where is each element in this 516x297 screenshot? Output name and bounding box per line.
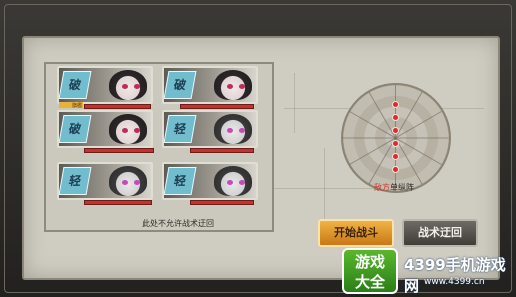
ship-card-3[interactable]: 破 [57, 110, 153, 148]
damage-badge: 破 [164, 71, 197, 99]
ship-card-5[interactable]: 轻 [57, 162, 153, 200]
ship-card-1[interactable]: 破 [57, 66, 153, 104]
tactical-retreat-button[interactable]: 战术迂回 [402, 219, 478, 247]
damage-badge: 轻 [164, 167, 197, 195]
enemy-ship-marker [392, 153, 399, 160]
hp-bar [84, 200, 152, 205]
enemy-formation-radar [341, 83, 451, 193]
damage-badge: 轻 [59, 167, 92, 195]
hp-bar [84, 148, 154, 153]
enemy-ship-marker [392, 101, 399, 108]
ship-portrait [214, 70, 252, 100]
enemy-ship-marker [392, 114, 399, 121]
ship-portrait [214, 166, 252, 196]
ship-portrait [109, 166, 147, 196]
ship-card-4[interactable]: 轻 [162, 110, 258, 148]
watermark-site-name: 4399手机游戏网 [404, 256, 506, 295]
damage-badge: 破 [59, 71, 92, 99]
enemy-ship-marker [392, 127, 399, 134]
hp-bar [84, 104, 151, 109]
ship-portrait [109, 114, 147, 144]
ship-card-2[interactable]: 破 [162, 66, 258, 104]
ship-portrait [109, 70, 147, 100]
enemy-label: 敌方 [374, 183, 390, 192]
damage-badge: 破 [59, 115, 92, 143]
hp-bar [190, 148, 254, 153]
watermark-site-url: www.4399.cn [424, 277, 485, 287]
hp-bar [180, 104, 254, 109]
enemy-ship-marker [392, 140, 399, 147]
flagship-tag-label: 旗艦 [72, 103, 83, 109]
no-retreat-notice: 此处不允许战术迂回 [142, 219, 214, 228]
ship-portrait [214, 114, 252, 144]
enemy-ship-marker [392, 166, 399, 173]
formation-type: 单纵阵 [390, 183, 414, 192]
damage-badge: 轻 [164, 115, 197, 143]
ship-card-6[interactable]: 轻 [162, 162, 258, 200]
start-battle-button[interactable]: 开始战斗 [318, 219, 394, 247]
site-watermark: 游戏 大全 4399手机游戏网 www.4399.cn [342, 246, 516, 297]
hp-bar [190, 200, 254, 205]
enemy-formation-label: 敌方单纵阵 [348, 182, 440, 194]
watermark-logo: 游戏 大全 [342, 248, 398, 294]
